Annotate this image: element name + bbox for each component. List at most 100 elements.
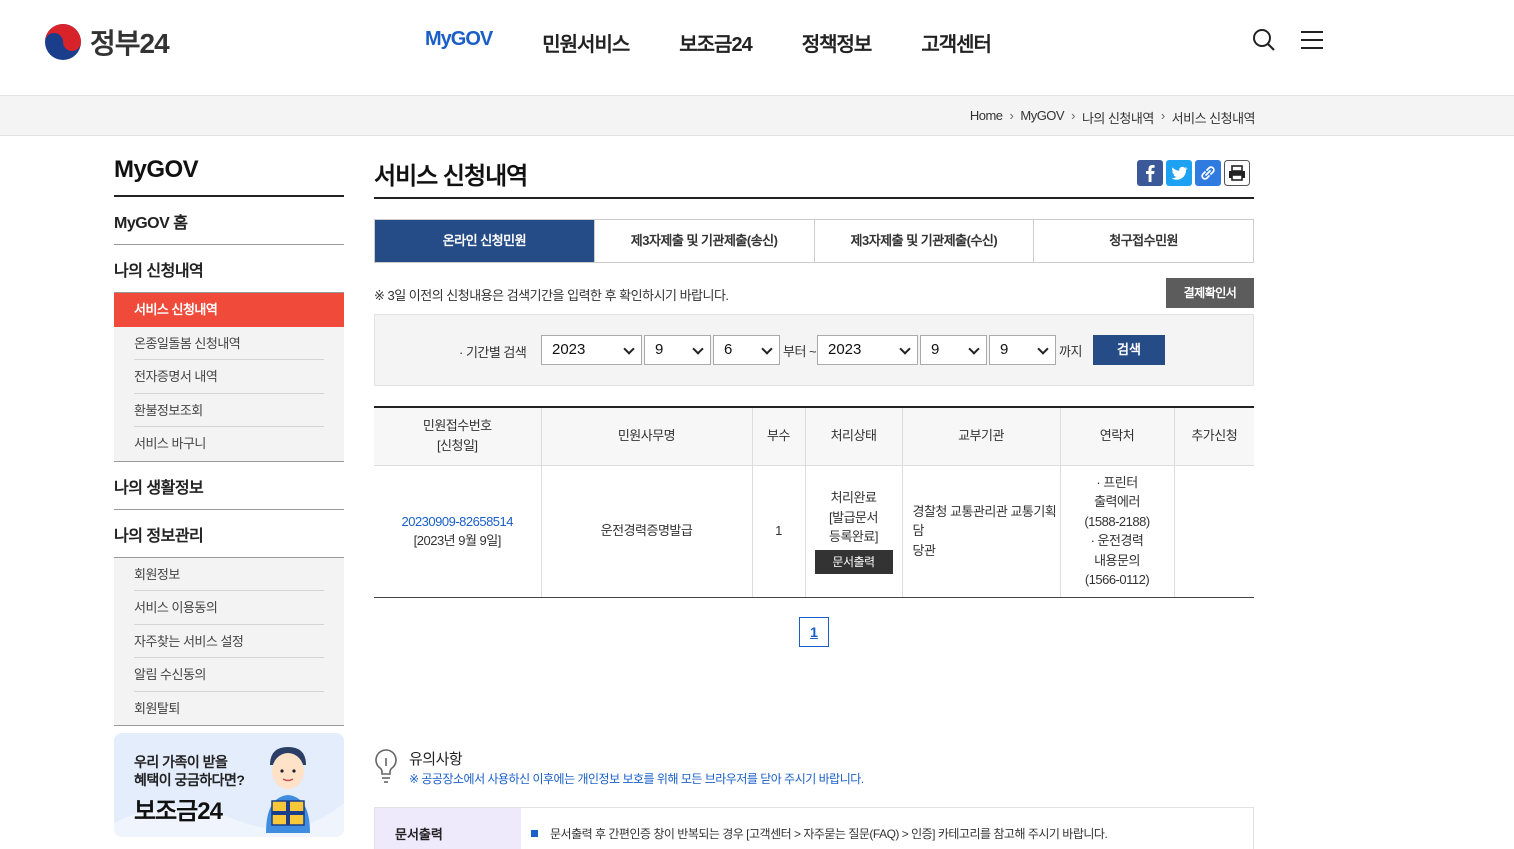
contact-line3: (1588-2188) — [1084, 513, 1150, 529]
status-line2: [발급문서 — [829, 509, 878, 525]
apply-date: [2023년 9월 9일] — [413, 533, 502, 548]
sidebar-item-service-consent[interactable]: 서비스 이용동의 — [134, 591, 324, 625]
col-receipt-number: 민원접수번호 [신청일] — [374, 406, 542, 466]
tab-online-applications[interactable]: 온라인 신청민원 — [375, 220, 595, 262]
logo[interactable]: 정부24 — [44, 22, 170, 62]
col-extra: 추가신청 — [1174, 406, 1254, 466]
receipt-number-link[interactable]: 20230909-82658514 — [374, 512, 541, 532]
contact-line2: 출력에러 — [1094, 494, 1140, 509]
character-with-gift-icon — [266, 747, 310, 833]
nav-policy-info[interactable]: 정책정보 — [802, 28, 873, 57]
applications-table: 민원접수번호 [신청일] 민원사무명 부수 처리상태 교부기관 연락처 추가신청… — [374, 406, 1254, 598]
banner-line1: 우리 가족이 받을 — [134, 754, 228, 770]
banner-line2: 혜택이 궁금하다면? — [134, 772, 245, 788]
sidebar-item-my-applications[interactable]: 나의 신청내역 — [114, 245, 344, 293]
cell-contact: · 프린터 출력에러 (1588-2188) · 운전경력 내용문의 (1566… — [1060, 465, 1175, 598]
guide-text: 문서출력 후 간편인증 창이 반복되는 경우 [고객센터 > 자주묻는 질문(F… — [531, 825, 1108, 842]
chevron-right-icon: › — [1009, 108, 1014, 123]
search-button[interactable]: 검색 — [1093, 335, 1165, 365]
sidebar-item-e-certificates[interactable]: 전자증명서 내역 — [134, 360, 324, 394]
from-year-select[interactable]: 2023 — [541, 335, 642, 365]
col-service-name: 민원사무명 — [541, 406, 753, 466]
breadcrumb-mygov[interactable]: MyGOV — [1020, 108, 1064, 127]
twitter-icon[interactable] — [1166, 160, 1192, 186]
breadcrumb-bar: Home › MyGOV › 나의 신청내역 › 서비스 신청내역 — [0, 96, 1514, 136]
breadcrumb-home[interactable]: Home — [970, 108, 1003, 127]
chevron-right-icon: › — [1071, 108, 1075, 123]
subsidy-banner[interactable]: 우리 가족이 받을 혜택이 궁금하다면? 보조금24 — [114, 733, 344, 837]
document-print-button[interactable]: 문서출력 — [814, 549, 893, 574]
guide-heading: 문서출력 — [375, 808, 521, 849]
taegeuk-icon — [45, 24, 81, 60]
pagination-page[interactable]: 1 — [799, 617, 829, 647]
contact-line1: · 프린터 — [1096, 474, 1138, 490]
sidebar-item-member-info[interactable]: 회원정보 — [134, 558, 324, 591]
nav-subsidy24[interactable]: 보조금24 — [679, 28, 752, 57]
facebook-icon[interactable] — [1137, 160, 1163, 186]
sidebar-item-notification-consent[interactable]: 알림 수신동의 — [134, 658, 324, 692]
sidebar-item-my-life-info[interactable]: 나의 생활정보 — [114, 462, 344, 510]
sidebar-item-withdraw[interactable]: 회원탈퇴 — [134, 692, 324, 726]
sidebar-item-service-basket[interactable]: 서비스 바구니 — [134, 427, 324, 461]
status-line3: 등록완료] — [829, 529, 878, 545]
to-day-select[interactable]: 9 — [989, 335, 1056, 365]
logo-text: 정부24 — [90, 28, 170, 59]
sidebar-item-service-applications[interactable]: 서비스 신청내역 — [114, 293, 344, 327]
main-content: 서비스 신청내역 온라인 신청민원 제3자제출 및 기관제출(송신) 제3자제출… — [374, 156, 1254, 849]
to-suffix: 까지 — [1059, 344, 1082, 359]
from-day-select[interactable]: 6 — [713, 335, 780, 365]
table-header-row: 민원접수번호 [신청일] 민원사무명 부수 처리상태 교부기관 연락처 추가신청 — [374, 406, 1254, 466]
sidebar-item-my-info[interactable]: 나의 정보관리 — [114, 510, 344, 558]
contact-line4: · 운전경력 — [1090, 533, 1144, 548]
table-row: 20230909-82658514 [2023년 9월 9일] 운전경력증명발급… — [374, 465, 1254, 598]
from-month-select[interactable]: 9 — [644, 335, 711, 365]
nav-mygov[interactable]: MyGOV — [425, 28, 493, 57]
from-suffix: 부터 ~ — [783, 344, 817, 359]
cell-receipt-number: 20230909-82658514 [2023년 9월 9일] — [374, 465, 542, 598]
org-line2: 당관 — [912, 542, 936, 558]
print-icon[interactable] — [1224, 160, 1250, 186]
tab-third-party-sent[interactable]: 제3자제출 및 기관제출(송신) — [595, 220, 815, 262]
cell-service-name: 운전경력증명발급 — [541, 465, 753, 598]
tab-bar: 온라인 신청민원 제3자제출 및 기관제출(송신) 제3자제출 및 기관제출(수… — [374, 219, 1254, 263]
main-nav: MyGOV 민원서비스 보조금24 정책정보 고객센터 — [425, 28, 1041, 57]
sidebar-item-refund-info[interactable]: 환불정보조회 — [134, 394, 324, 427]
col-status: 처리상태 — [805, 406, 903, 466]
org-line1: 경찰청 교통관리관 교통기획담 — [912, 503, 1057, 539]
tab-claim-applications[interactable]: 청구접수민원 — [1034, 220, 1253, 262]
banner-title: 보조금24 — [134, 798, 223, 825]
col-apply-date-label: [신청일] — [436, 438, 478, 454]
menu-icon[interactable] — [1300, 28, 1324, 52]
cell-status: 처리완료 [발급문서 등록완료] 문서출력 — [805, 465, 903, 598]
search-icon[interactable] — [1252, 28, 1276, 52]
cell-count: 1 — [752, 465, 806, 598]
sidebar: MyGOV MyGOV 홈 나의 신청내역 서비스 신청내역 온종일돌봄 신청내… — [114, 156, 344, 726]
tab-third-party-received[interactable]: 제3자제출 및 기관제출(수신) — [815, 220, 1035, 262]
to-month-select[interactable]: 9 — [920, 335, 987, 365]
nav-customer-center[interactable]: 고객센터 — [921, 28, 992, 57]
site-header: 정부24 MyGOV 민원서비스 보조금24 정책정보 고객센터 — [0, 0, 1514, 96]
breadcrumb: Home › MyGOV › 나의 신청내역 › 서비스 신청내역 — [970, 108, 1256, 127]
sidebar-submenu-info: 회원정보 서비스 이용동의 자주찾는 서비스 설정 알림 수신동의 회원탈퇴 — [114, 557, 344, 726]
cell-issuing-org: 경찰청 교통관리관 교통기획담 당관 — [902, 465, 1061, 598]
contact-line6: (1566-0112) — [1084, 572, 1150, 587]
sidebar-item-favorite-services[interactable]: 자주찾는 서비스 설정 — [134, 625, 324, 658]
sidebar-item-all-day-care[interactable]: 온종일돌봄 신청내역 — [134, 327, 324, 360]
period-search-box: · 기간별 검색 2023 9 6 부터 ~ 2023 9 9 까지 검색 — [374, 314, 1254, 386]
breadcrumb-my-applications[interactable]: 나의 신청내역 — [1082, 108, 1154, 127]
col-count: 부수 — [752, 406, 806, 466]
nav-civil-service[interactable]: 민원서비스 — [542, 28, 630, 57]
payment-receipt-button[interactable]: 결제확인서 — [1166, 278, 1254, 308]
sidebar-title: MyGOV — [114, 156, 344, 197]
guide-box: 문서출력 문서출력 후 간편인증 창이 반복되는 경우 [고객센터 > 자주묻는… — [374, 807, 1254, 849]
period-search-label: · 기간별 검색 — [459, 345, 527, 360]
search-notice: ※ 3일 이전의 신청내용은 검색기간을 입력한 후 확인하시기 바랍니다. — [374, 288, 729, 303]
status-line1: 처리완료 — [830, 490, 877, 506]
link-icon[interactable] — [1195, 160, 1221, 186]
breadcrumb-current: 서비스 신청내역 — [1171, 111, 1256, 126]
to-year-select[interactable]: 2023 — [817, 335, 918, 365]
contact-line5: 내용문의 — [1094, 552, 1140, 568]
page-title: 서비스 신청내역 — [374, 156, 1254, 199]
share-buttons — [1134, 160, 1250, 186]
sidebar-item-mygov-home[interactable]: MyGOV 홈 — [114, 197, 344, 245]
